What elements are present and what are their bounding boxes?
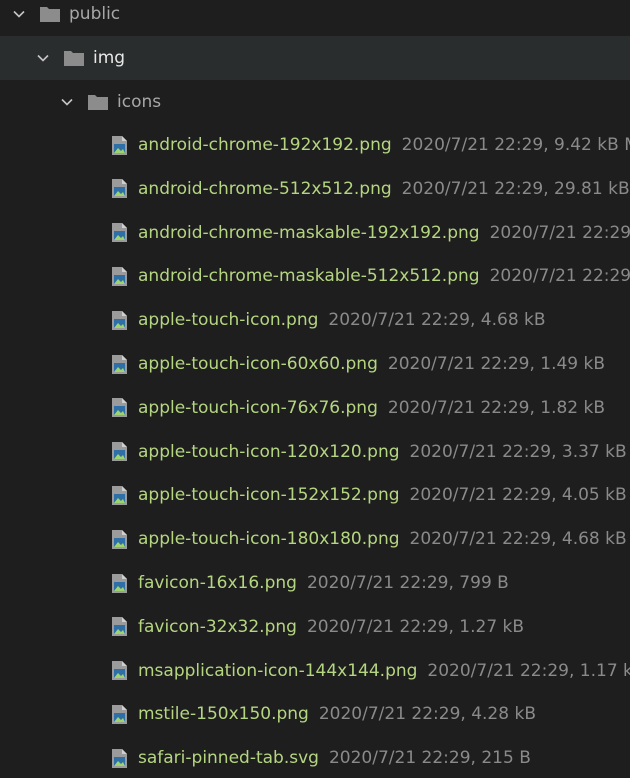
- folder-row-img[interactable]: img: [0, 36, 630, 80]
- file-meta: 2020/7/21 22:29, 4.68 kB: [328, 310, 546, 331]
- chevron-down-icon[interactable]: [60, 95, 74, 109]
- image-file-icon: [110, 441, 129, 462]
- image-file-icon: [110, 354, 129, 375]
- file-meta: 2020/7/21 22:29, 1.27 kB: [306, 616, 525, 637]
- file-meta: 2020/7/21 22:29, 4.28 kB: [318, 704, 536, 725]
- image-file-icon: [110, 135, 129, 156]
- image-file-icon: [110, 310, 129, 331]
- image-file-icon: [110, 485, 129, 506]
- file-name: apple-touch-icon-120x120.png: [138, 441, 400, 462]
- image-file-icon: [110, 748, 129, 769]
- file-row[interactable]: apple-touch-icon-60x60.png 2020/7/21 22:2…: [0, 342, 630, 386]
- folder-row-public[interactable]: public: [0, 0, 630, 36]
- file-meta: 2020/7/21 22:29, 799 B: [306, 573, 509, 593]
- folder-label: icons: [117, 92, 162, 112]
- file-row[interactable]: safari-pinned-tab.svg 2020/7/21 22:29, 21…: [0, 736, 630, 778]
- image-file-icon: [110, 704, 129, 725]
- file-name: apple-touch-icon-152x152.png: [138, 485, 400, 506]
- file-row[interactable]: favicon-32x32.png 2020/7/21 22:29, 1.27 k…: [0, 605, 630, 649]
- file-name: android-chrome-512x512.png: [138, 178, 392, 199]
- chevron-down-icon[interactable]: [36, 51, 50, 65]
- file-row[interactable]: android-chrome-maskable-192x192.png 2020/…: [0, 211, 630, 255]
- file-meta: 2020/7/21 22:29, 4.68 kB: [409, 529, 627, 550]
- image-file-icon: [110, 266, 129, 287]
- file-name: apple-touch-icon-76x76.png: [138, 397, 378, 418]
- file-meta: 2020/7/21 22:29, 215 B: [328, 748, 531, 769]
- file-row[interactable]: apple-touch-icon-120x120.png 2020/7/21 22…: [0, 430, 630, 474]
- file-row[interactable]: android-chrome-maskable-512x512.png 2020/…: [0, 254, 630, 298]
- file-meta: 2020/7/21 22:29, 3.37 kB: [409, 441, 627, 462]
- file-name: favicon-16x16.png: [138, 573, 297, 593]
- image-file-icon: [110, 178, 129, 199]
- file-row[interactable]: apple-touch-icon-76x76.png 2020/7/21 22:2…: [0, 386, 630, 430]
- file-name: android-chrome-192x192.png: [138, 135, 392, 155]
- file-name: mstile-150x150.png: [138, 704, 309, 725]
- file-row[interactable]: apple-touch-icon.png 2020/7/21 22:29, 4.6…: [0, 298, 630, 342]
- file-row[interactable]: apple-touch-icon-180x180.png 2020/7/21 22…: [0, 517, 630, 561]
- file-name: msapplication-icon-144x144.png: [138, 660, 418, 681]
- file-row[interactable]: mstile-150x150.png 2020/7/21 22:29, 4.28 …: [0, 692, 630, 736]
- folder-row-icons[interactable]: icons: [0, 80, 630, 124]
- file-row[interactable]: msapplication-icon-144x144.png 2020/7/21 …: [0, 649, 630, 693]
- image-file-icon: [110, 222, 129, 243]
- file-row[interactable]: favicon-16x16.png 2020/7/21 22:29, 799 B: [0, 561, 630, 605]
- image-file-icon: [110, 397, 129, 418]
- file-meta: 2020/7/21 22:29, 1.49 kB: [387, 354, 606, 374]
- file-name: apple-touch-icon-180x180.png: [138, 529, 400, 550]
- file-row[interactable]: android-chrome-192x192.png 2020/7/21 22:2…: [0, 123, 630, 167]
- file-meta: 2020/7/21 22:29, 9.42 kB Mon: [401, 135, 630, 155]
- folder-icon: [63, 49, 85, 67]
- image-file-icon: [110, 616, 129, 637]
- folder-icon: [87, 93, 109, 111]
- folder-label: img: [93, 48, 126, 68]
- file-name: apple-touch-icon.png: [138, 310, 319, 331]
- file-meta: 2020/7/21 22:29, 1.17 kB: [427, 660, 630, 681]
- file-meta: 2020/7/21 22:29, 6.: [489, 222, 630, 243]
- folder-icon: [39, 5, 61, 23]
- file-explorer-tree: public img icons android-chrome-192x192.…: [0, 0, 630, 778]
- image-file-icon: [110, 573, 129, 594]
- file-name: apple-touch-icon-60x60.png: [138, 354, 378, 374]
- chevron-down-icon[interactable]: [12, 7, 26, 21]
- file-name: safari-pinned-tab.svg: [138, 748, 319, 769]
- file-row[interactable]: android-chrome-512x512.png 2020/7/21 22:2…: [0, 167, 630, 211]
- image-file-icon: [110, 660, 129, 681]
- file-name: android-chrome-maskable-512x512.png: [138, 266, 480, 287]
- file-name: android-chrome-maskable-192x192.png: [138, 222, 480, 243]
- image-file-icon: [110, 529, 129, 550]
- file-name: favicon-32x32.png: [138, 616, 297, 637]
- folder-label: public: [69, 4, 121, 24]
- file-meta: 2020/7/21 22:29, 2: [489, 266, 630, 287]
- file-meta: 2020/7/21 22:29, 29.81 kB: [401, 178, 630, 199]
- file-meta: 2020/7/21 22:29, 1.82 kB: [387, 397, 606, 418]
- file-meta: 2020/7/21 22:29, 4.05 kB Mo: [409, 485, 630, 506]
- file-row[interactable]: apple-touch-icon-152x152.png 2020/7/21 22…: [0, 473, 630, 517]
